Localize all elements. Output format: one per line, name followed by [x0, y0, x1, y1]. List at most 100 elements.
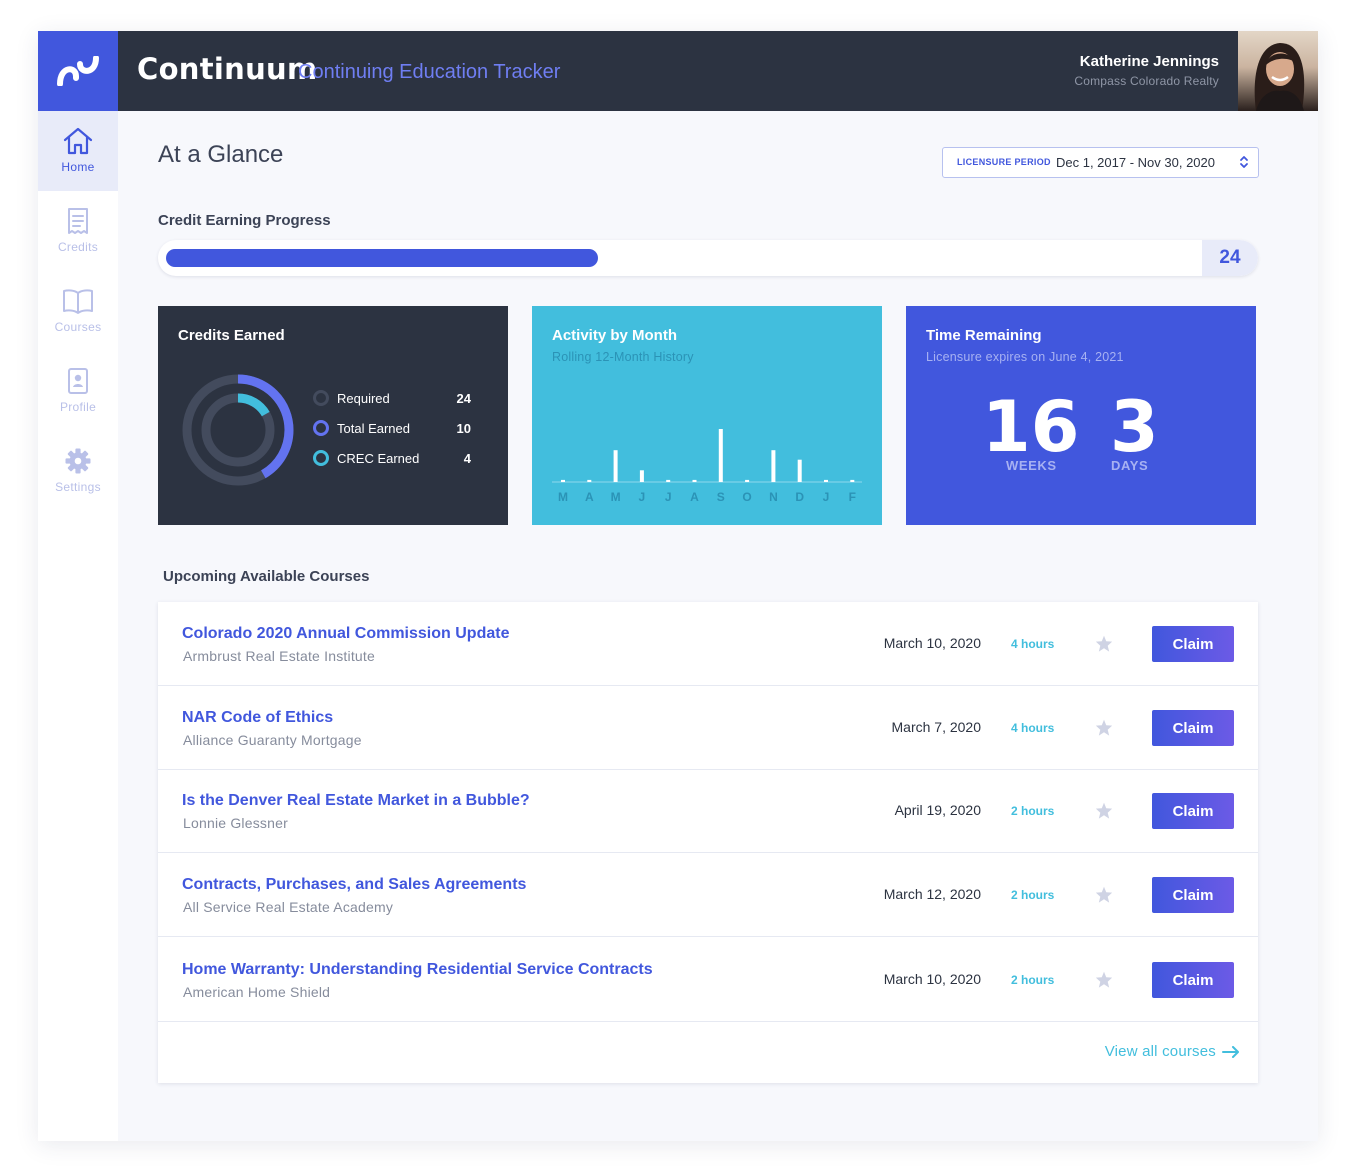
activity-by-month-card: Activity by Month Rolling 12-Month Histo…: [532, 306, 882, 525]
legend-value: 10: [456, 421, 471, 436]
sidebar-item-label: Profile: [59, 400, 97, 414]
course-title-link[interactable]: NAR Code of Ethics: [182, 709, 333, 727]
weeks-label: WEEKS: [1006, 458, 1057, 473]
sidebar-item-settings[interactable]: Settings: [38, 431, 118, 511]
course-hours: 2 hours: [1011, 888, 1055, 902]
course-hours: 2 hours: [1011, 973, 1055, 987]
course-title-link[interactable]: Colorado 2020 Annual Commission Update: [182, 625, 509, 643]
star-icon[interactable]: [1095, 886, 1113, 903]
legend-label: CREC Earned: [337, 451, 420, 466]
month-tick-label: M: [611, 490, 621, 504]
top-header: Continuum Continuing Education Tracker K…: [38, 31, 1318, 111]
course-row: Contracts, Purchases, and Sales Agreemen…: [158, 853, 1258, 937]
activity-bar: [613, 450, 618, 482]
legend-label: Required: [337, 391, 390, 406]
activity-bar: [824, 479, 828, 482]
view-all-label: View all courses: [1104, 1043, 1216, 1060]
user-name[interactable]: Katherine Jennings: [1080, 53, 1219, 70]
logo-icon: [57, 56, 99, 86]
user-organization: Compass Colorado Realty: [1074, 74, 1219, 88]
book-icon: [63, 289, 93, 314]
course-provider: Armbrust Real Estate Institute: [183, 648, 375, 664]
claim-button[interactable]: Claim: [1152, 877, 1234, 913]
courses-list: Colorado 2020 Annual Commission Update A…: [158, 602, 1258, 1083]
select-arrows-icon: [1240, 156, 1248, 168]
progress-title: Credit Earning Progress: [158, 212, 331, 229]
activity-bar: [561, 479, 565, 482]
chart-title: Activity by Month: [552, 327, 678, 344]
app-window: Continuum Continuing Education Tracker K…: [38, 31, 1318, 1141]
legend-dot: [313, 420, 329, 436]
page-title: At a Glance: [158, 141, 284, 168]
course-title-link[interactable]: Is the Denver Real Estate Market in a Bu…: [182, 792, 530, 810]
licensure-expiry-text: Licensure expires on June 4, 2021: [926, 350, 1124, 364]
credits-earned-card: Credits Earned Required 24 Total Earned …: [158, 306, 508, 525]
course-title-link[interactable]: Contracts, Purchases, and Sales Agreemen…: [182, 876, 526, 894]
days-remaining: 3: [1110, 386, 1159, 468]
sidebar-item-label: Credits: [57, 240, 99, 254]
legend-value: 24: [456, 391, 471, 406]
month-tick-label: D: [795, 490, 804, 504]
sidebar-item-home[interactable]: Home: [38, 111, 118, 191]
credits-donut-chart: [182, 374, 294, 486]
gear-icon: [65, 448, 91, 474]
chart-bars: [561, 429, 855, 482]
activity-bar: [797, 459, 802, 482]
activity-bar: [587, 479, 592, 482]
star-icon[interactable]: [1095, 802, 1113, 819]
course-date: April 19, 2020: [894, 802, 981, 818]
month-tick-label: A: [690, 490, 699, 504]
month-tick-label: F: [849, 490, 856, 504]
arrow-right-icon: [1222, 1045, 1239, 1058]
licensure-period-label: LICENSURE PERIOD: [957, 157, 1051, 167]
credit-progress-fill: [166, 249, 598, 267]
month-tick-label: J: [639, 490, 646, 504]
legend-crec-earned: CREC Earned 4: [311, 448, 471, 468]
sidebar-item-courses[interactable]: Courses: [38, 271, 118, 351]
activity-bar: [692, 479, 697, 482]
course-row: Home Warranty: Understanding Residential…: [158, 937, 1258, 1022]
course-hours: 4 hours: [1011, 721, 1055, 735]
avatar[interactable]: [1238, 31, 1318, 111]
courses-heading: Upcoming Available Courses: [163, 568, 370, 585]
legend-dot: [313, 390, 329, 406]
month-tick-label: A: [585, 490, 594, 504]
star-icon[interactable]: [1095, 719, 1113, 736]
logo[interactable]: [38, 31, 118, 111]
course-title-link[interactable]: Home Warranty: Understanding Residential…: [182, 961, 653, 979]
claim-button[interactable]: Claim: [1152, 962, 1234, 998]
card-title: Time Remaining: [926, 327, 1042, 344]
month-tick-label: O: [742, 490, 751, 504]
weeks-remaining: 16: [982, 386, 1080, 468]
card-title: Credits Earned: [178, 327, 285, 344]
chart-month-labels: MAMJJASONDJF: [558, 490, 856, 504]
star-icon[interactable]: [1095, 635, 1113, 652]
month-tick-label: J: [823, 490, 830, 504]
sidebar-item-label: Courses: [54, 320, 102, 334]
activity-bar: [639, 470, 644, 482]
course-date: March 12, 2020: [883, 886, 981, 902]
course-hours: 2 hours: [1011, 804, 1055, 818]
sidebar-item-credits[interactable]: Credits: [38, 191, 118, 271]
activity-bar: [745, 479, 750, 482]
legend-dot: [313, 450, 329, 466]
course-provider: American Home Shield: [183, 984, 331, 1000]
credit-progress-bar: 24: [158, 240, 1258, 276]
month-tick-label: M: [558, 490, 568, 504]
star-icon[interactable]: [1095, 971, 1113, 988]
claim-button[interactable]: Claim: [1152, 710, 1234, 746]
course-date: March 7, 2020: [891, 719, 982, 735]
month-tick-label: S: [717, 490, 725, 504]
app-subtitle: Continuing Education Tracker: [298, 61, 561, 83]
course-row: Colorado 2020 Annual Commission Update A…: [158, 602, 1258, 686]
activity-bar: [850, 479, 855, 482]
sidebar-item-profile[interactable]: Profile: [38, 351, 118, 431]
claim-button[interactable]: Claim: [1152, 793, 1234, 829]
licensure-period-select[interactable]: LICENSURE PERIOD Dec 1, 2017 - Nov 30, 2…: [942, 147, 1259, 178]
view-all-courses-link[interactable]: View all courses: [1105, 1043, 1240, 1060]
month-tick-label: N: [769, 490, 778, 504]
activity-bar: [718, 429, 723, 482]
course-hours: 4 hours: [1011, 637, 1055, 651]
course-row: Is the Denver Real Estate Market in a Bu…: [158, 770, 1258, 853]
claim-button[interactable]: Claim: [1152, 626, 1234, 662]
